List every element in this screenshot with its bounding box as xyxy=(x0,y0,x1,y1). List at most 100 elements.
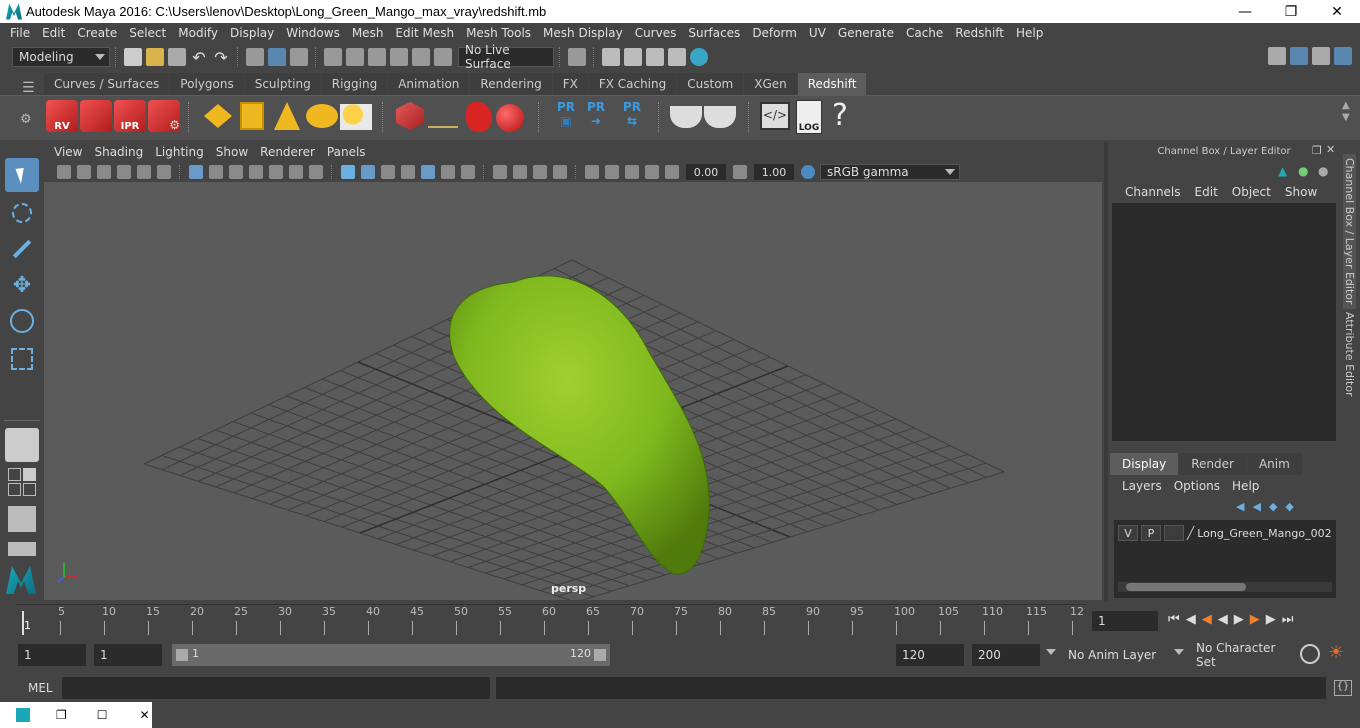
playback-end-field[interactable]: 120 xyxy=(896,644,964,666)
range-end-handle[interactable] xyxy=(594,649,606,661)
use-all-lights-icon[interactable] xyxy=(441,165,455,179)
viewport-menu-shading[interactable]: Shading xyxy=(88,145,149,159)
gamma-icon[interactable] xyxy=(733,165,747,179)
playback-start-field[interactable]: 1 xyxy=(94,644,162,666)
redo-icon[interactable]: ↷ xyxy=(212,48,230,67)
menu-uv[interactable]: UV xyxy=(803,26,832,40)
tab-animation[interactable]: Animation xyxy=(388,73,470,95)
shelf-scroll-icon[interactable]: ▲ ▼ xyxy=(1342,100,1350,124)
restore-icon[interactable]: ❐ xyxy=(56,708,67,722)
manipulator-icon[interactable]: ▲ xyxy=(1278,164,1287,178)
scale-tool-icon[interactable] xyxy=(5,342,39,376)
xray-icon[interactable] xyxy=(605,165,619,179)
tab-anim-layers[interactable]: Anim xyxy=(1246,453,1302,475)
snap-curve-icon[interactable] xyxy=(346,47,364,66)
snap-surface-icon[interactable] xyxy=(412,47,430,66)
float-panel-icon[interactable]: ❐ xyxy=(1312,144,1322,157)
field-chart-icon[interactable] xyxy=(269,165,283,179)
pr-sync-button[interactable]: PR ⇆ xyxy=(618,100,646,134)
ambient-occlusion-icon[interactable] xyxy=(493,165,507,179)
render-settings-icon[interactable] xyxy=(668,47,686,66)
layer-menu-layers[interactable]: Layers xyxy=(1116,479,1168,493)
script-editor-button[interactable]: {} xyxy=(1334,680,1352,696)
menu-mesh-display[interactable]: Mesh Display xyxy=(537,26,629,40)
redshift-ipr-button[interactable]: IPR xyxy=(114,100,146,132)
tab-rendering[interactable]: Rendering xyxy=(470,73,552,95)
physical-light-icon[interactable] xyxy=(274,102,300,130)
isolate-select-icon[interactable] xyxy=(585,165,599,179)
mode-selector[interactable]: Modeling xyxy=(12,46,110,67)
tab-redshift[interactable]: Redshift xyxy=(797,73,867,95)
menu-curves[interactable]: Curves xyxy=(629,26,683,40)
single-view-layout-icon[interactable] xyxy=(5,428,39,462)
undo-icon[interactable]: ↶ xyxy=(190,48,208,67)
select-component-icon[interactable] xyxy=(290,47,308,66)
chevron-down-icon[interactable] xyxy=(1046,649,1056,655)
textured-icon[interactable] xyxy=(421,165,435,179)
render-view-icon[interactable] xyxy=(602,47,620,66)
step-forward-key-icon[interactable]: ▶ xyxy=(1250,612,1260,627)
menu-edit[interactable]: Edit xyxy=(36,26,71,40)
layer-playback-toggle[interactable]: P xyxy=(1141,525,1161,541)
redshift-render-settings-button[interactable]: ⚙ xyxy=(148,100,180,132)
save-scene-icon[interactable] xyxy=(168,47,186,66)
camera-icon[interactable] xyxy=(57,165,71,179)
viewport-menu-view[interactable]: View xyxy=(48,145,88,159)
area-light-icon[interactable] xyxy=(204,104,232,128)
character-set-dropdown[interactable]: No Character Set xyxy=(1190,641,1294,669)
ipr-render-icon[interactable] xyxy=(646,47,664,66)
xray-joints-icon[interactable] xyxy=(625,165,639,179)
new-layer-selected-icon[interactable]: ◆ xyxy=(1285,500,1293,513)
move-layer-up-icon[interactable]: ◀ xyxy=(1236,500,1244,513)
channel-menu-object[interactable]: Object xyxy=(1225,185,1278,199)
safe-title-icon[interactable] xyxy=(309,165,323,179)
step-forward-frame-icon[interactable]: ▶ xyxy=(1266,612,1276,627)
layer-menu-help[interactable]: Help xyxy=(1226,479,1265,493)
close-panel-icon[interactable]: ✕ xyxy=(1326,143,1335,156)
go-to-start-icon[interactable]: ⏮ xyxy=(1168,612,1180,627)
dome-light-icon[interactable] xyxy=(306,104,338,128)
help-button[interactable]: ? xyxy=(832,98,848,133)
camera-attributes-icon[interactable] xyxy=(77,165,91,179)
gate-mask-icon[interactable] xyxy=(249,165,263,179)
tab-display-layers[interactable]: Display xyxy=(1110,453,1179,475)
layer-name[interactable]: Long_Green_Mango_002 xyxy=(1197,527,1331,540)
animation-start-field[interactable]: 1 xyxy=(18,644,86,666)
step-back-frame-icon[interactable]: ◀ xyxy=(1186,612,1196,627)
layer-visibility-toggle[interactable]: V xyxy=(1118,525,1138,541)
menu-help[interactable]: Help xyxy=(1010,26,1049,40)
channel-menu-edit[interactable]: Edit xyxy=(1188,185,1225,199)
snap-view-icon[interactable] xyxy=(390,47,408,66)
rotate-tool-icon[interactable] xyxy=(5,304,39,338)
attribute-editor-toggle-icon[interactable] xyxy=(1312,47,1330,65)
channel-menu-channels[interactable]: Channels xyxy=(1118,185,1188,199)
menu-mesh[interactable]: Mesh xyxy=(346,26,390,40)
graph-layout-icon[interactable] xyxy=(8,542,36,556)
tab-render-layers[interactable]: Render xyxy=(1179,453,1246,475)
animation-preferences-icon[interactable]: ☀ xyxy=(1328,642,1344,663)
grease-pencil-icon[interactable] xyxy=(157,165,171,179)
redshift-render-frame-button[interactable] xyxy=(80,100,112,132)
go-to-end-icon[interactable]: ⏭ xyxy=(1282,612,1294,627)
wireframe-icon[interactable] xyxy=(341,165,355,179)
menu-generate[interactable]: Generate xyxy=(832,26,900,40)
select-object-icon[interactable] xyxy=(268,47,286,66)
safe-action-icon[interactable] xyxy=(289,165,303,179)
select-hierarchy-icon[interactable] xyxy=(246,47,264,66)
menu-display[interactable]: Display xyxy=(224,26,280,40)
range-slider[interactable]: 1 120 xyxy=(172,644,610,666)
animation-end-field[interactable]: 200 xyxy=(972,644,1040,666)
viewport-menu-show[interactable]: Show xyxy=(210,145,254,159)
viewport-menu-panels[interactable]: Panels xyxy=(321,145,372,159)
tab-fx-caching[interactable]: FX Caching xyxy=(588,73,677,95)
tab-polygons[interactable]: Polygons xyxy=(170,73,244,95)
range-start-handle[interactable] xyxy=(176,649,188,661)
outliner-layout-icon[interactable] xyxy=(8,506,36,532)
layer-row[interactable]: V P ╱ Long_Green_Mango_002 xyxy=(1118,524,1332,542)
step-back-key-icon[interactable]: ◀ xyxy=(1202,612,1212,627)
modeling-toolkit-icon[interactable] xyxy=(1290,47,1308,65)
portal-light-icon[interactable] xyxy=(240,102,264,130)
speed-icon[interactable]: ● xyxy=(1298,164,1308,178)
color-management-icon[interactable] xyxy=(801,165,815,179)
shadows-icon[interactable] xyxy=(461,165,475,179)
